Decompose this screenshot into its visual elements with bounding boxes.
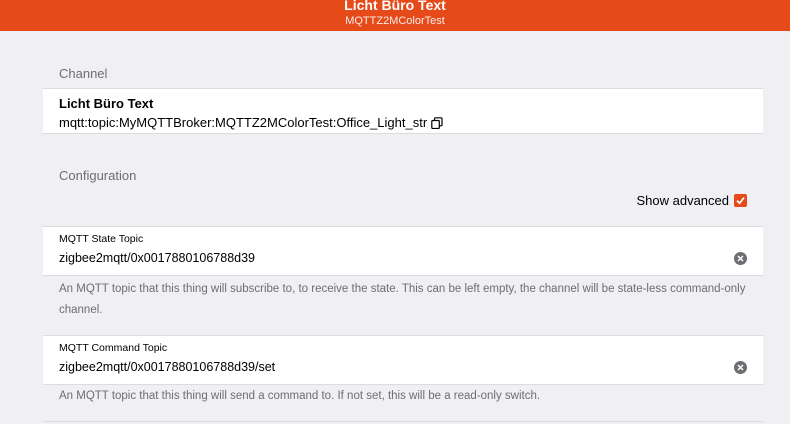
configuration-section-title: Configuration <box>59 168 137 183</box>
channel-card: Licht Büro Text mqtt:topic:MyMQTTBroker:… <box>43 88 763 134</box>
command-topic-input[interactable] <box>59 360 709 374</box>
channel-name: Licht Büro Text <box>59 96 154 111</box>
divider <box>43 421 763 422</box>
command-topic-label: MQTT Command Topic <box>59 342 168 354</box>
state-topic-label: MQTT State Topic <box>59 233 144 245</box>
checkmark-icon <box>736 197 745 205</box>
show-advanced-checkbox[interactable] <box>734 194 747 207</box>
page-subtitle: MQTTZ2MColorTest <box>345 15 445 27</box>
channel-uid-row: mqtt:topic:MyMQTTBroker:MQTTZ2MColorTest… <box>59 115 443 130</box>
channel-uid: mqtt:topic:MyMQTTBroker:MQTTZ2MColorTest… <box>59 115 428 130</box>
show-advanced-toggle[interactable]: Show advanced <box>636 193 747 208</box>
clear-icon <box>737 364 744 371</box>
show-advanced-label: Show advanced <box>636 193 729 208</box>
command-topic-field: MQTT Command Topic <box>43 335 763 385</box>
page-title: Licht Büro Text <box>344 0 446 13</box>
state-topic-help: An MQTT topic that this thing will subsc… <box>59 283 746 316</box>
channel-section-title: Channel <box>59 66 108 81</box>
clear-state-topic-button[interactable] <box>734 252 747 265</box>
title-bar: Licht Büro Text MQTTZ2MColorTest <box>0 0 790 31</box>
clear-icon <box>737 255 744 262</box>
clear-command-topic-button[interactable] <box>734 361 747 374</box>
state-topic-input[interactable] <box>59 251 709 265</box>
state-topic-field: MQTT State Topic <box>43 226 763 276</box>
copy-icon[interactable] <box>431 116 443 129</box>
command-topic-help: An MQTT topic that this thing will send … <box>59 390 541 402</box>
